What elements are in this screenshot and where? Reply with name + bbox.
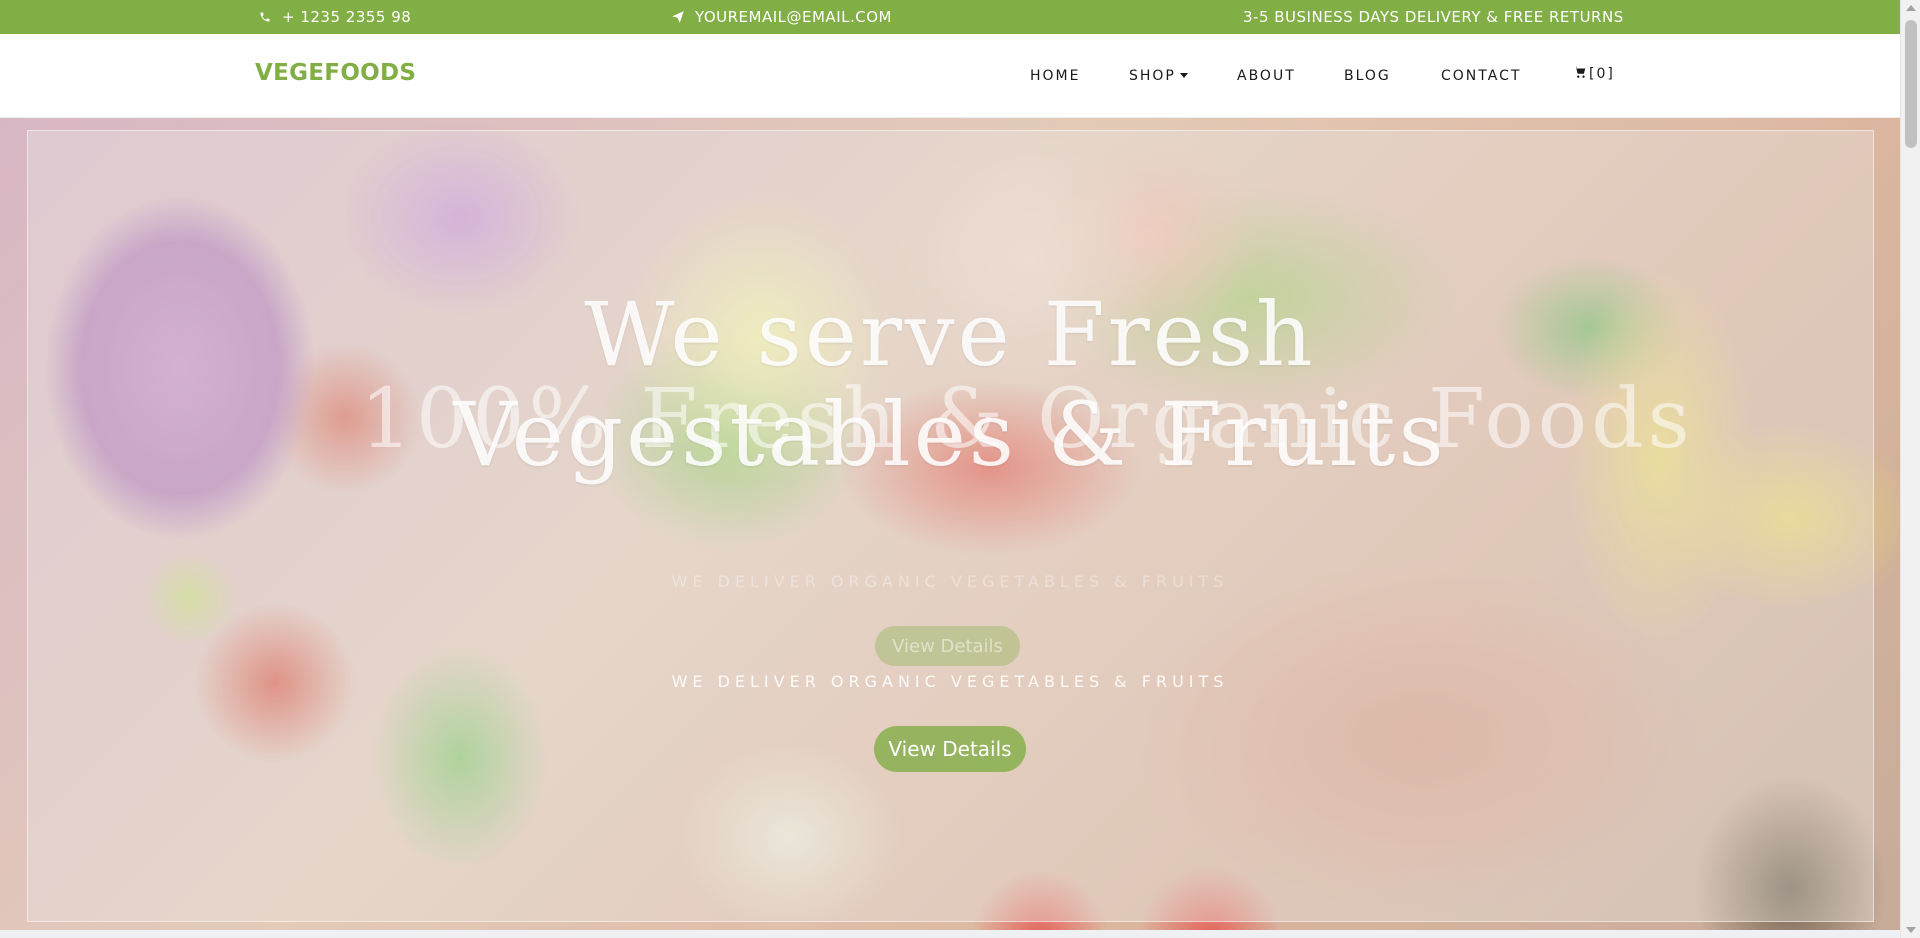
- top-info-bar: + 1235 2355 98 YOUREMAIL@EMAIL.COM 3-5 B…: [0, 0, 1900, 34]
- nav-item-about[interactable]: ABOUT: [1237, 68, 1296, 84]
- topbar-email-text[interactable]: YOUREMAIL@EMAIL.COM: [695, 8, 892, 26]
- hero-slider: [0, 118, 1900, 930]
- phone-icon: [258, 10, 272, 24]
- previous-slide-view-details-button: View Details: [875, 626, 1020, 666]
- nav-item-blog[interactable]: BLOG: [1344, 68, 1391, 84]
- nav-item-shop-label: SHOP: [1129, 68, 1176, 84]
- topbar-email: YOUREMAIL@EMAIL.COM: [671, 0, 892, 34]
- nav-item-contact[interactable]: CONTACT: [1441, 68, 1521, 84]
- page-scrollbar[interactable]: [1900, 0, 1920, 938]
- scrollbar-thumb[interactable]: [1905, 20, 1917, 148]
- scroll-down-arrow-icon[interactable]: [1906, 927, 1916, 933]
- hero-overlay: [27, 130, 1874, 922]
- previous-slide-subtitle: WE DELIVER ORGANIC VEGETABLES & FRUITS: [671, 572, 1229, 591]
- topbar-shipping-text: 3-5 BUSINESS DAYS DELIVERY & FREE RETURN…: [1243, 8, 1624, 26]
- topbar-phone-text[interactable]: + 1235 2355 98: [282, 8, 411, 26]
- hero-title: We serve Fresh Vegestables & Fruits: [453, 283, 1447, 486]
- topbar-phone: + 1235 2355 98: [258, 0, 411, 34]
- view-details-button[interactable]: View Details: [874, 726, 1026, 772]
- nav-item-home[interactable]: HOME: [1030, 68, 1080, 84]
- scroll-up-arrow-icon[interactable]: [1906, 5, 1916, 11]
- cart-count: [0]: [1589, 66, 1615, 82]
- cart-icon: [1573, 65, 1587, 83]
- main-navbar: VEGEFOODS HOME SHOP ABOUT BLOG CONTACT […: [0, 34, 1900, 118]
- cart-link[interactable]: [0]: [1573, 65, 1615, 83]
- topbar-shipping: 3-5 BUSINESS DAYS DELIVERY & FREE RETURN…: [1243, 0, 1624, 34]
- paper-plane-icon: [671, 10, 685, 24]
- hero-subtitle: WE DELIVER ORGANIC VEGETABLES & FRUITS: [671, 672, 1229, 691]
- brand-logo[interactable]: VEGEFOODS: [255, 60, 416, 86]
- chevron-down-icon: [1179, 73, 1188, 78]
- nav-item-shop[interactable]: SHOP: [1129, 68, 1188, 84]
- page-bottom-edge: [0, 930, 1900, 938]
